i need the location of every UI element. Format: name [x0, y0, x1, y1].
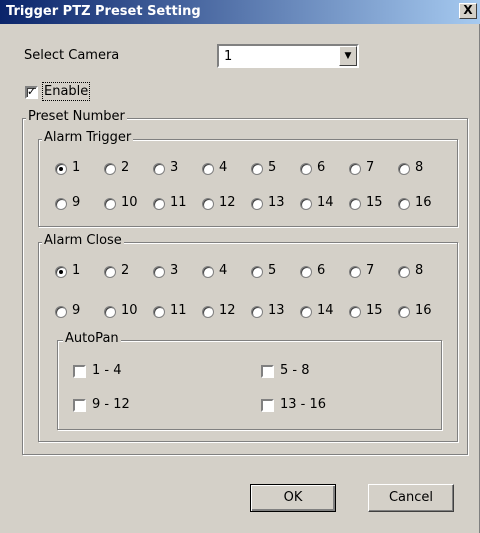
- close-radio-label-16: 16: [415, 303, 432, 318]
- close-icon: X: [463, 3, 473, 17]
- close-radio-label-6: 6: [317, 263, 326, 278]
- trigger-radio-14[interactable]: [300, 198, 312, 210]
- close-radio-label-13: 13: [268, 303, 285, 318]
- autopan-checkbox-5-8[interactable]: [261, 365, 274, 378]
- close-radio-13[interactable]: [251, 306, 263, 318]
- dialog-window: Trigger PTZ Preset Setting X Select Came…: [0, 0, 480, 533]
- trigger-radio-label-1: 1: [72, 160, 81, 175]
- trigger-radio-9[interactable]: [55, 198, 67, 210]
- trigger-radio-label-6: 6: [317, 160, 326, 175]
- close-radio-12[interactable]: [202, 306, 214, 318]
- close-button[interactable]: X: [459, 3, 477, 19]
- close-radio-label-14: 14: [317, 303, 334, 318]
- preset-number-title: Preset Number: [26, 109, 127, 124]
- trigger-radio-label-4: 4: [219, 160, 228, 175]
- close-radio-7[interactable]: [349, 266, 361, 278]
- trigger-radio-2[interactable]: [104, 163, 116, 175]
- trigger-radio-6[interactable]: [300, 163, 312, 175]
- close-radio-label-7: 7: [366, 263, 375, 278]
- close-radio-label-15: 15: [366, 303, 383, 318]
- autopan-checkbox-13-16[interactable]: [261, 399, 274, 412]
- trigger-radio-label-7: 7: [366, 160, 375, 175]
- close-radio-label-12: 12: [219, 303, 236, 318]
- autopan-label-9-12: 9 - 12: [92, 397, 130, 412]
- trigger-radio-label-12: 12: [219, 195, 236, 210]
- chevron-down-icon: ▼: [344, 51, 352, 61]
- close-radio-label-3: 3: [170, 263, 179, 278]
- autopan-label-5-8: 5 - 8: [280, 363, 310, 378]
- trigger-radio-label-16: 16: [415, 195, 432, 210]
- trigger-radio-label-10: 10: [121, 195, 138, 210]
- autopan-title: AutoPan: [63, 331, 121, 346]
- close-radio-2[interactable]: [104, 266, 116, 278]
- trigger-radio-label-13: 13: [268, 195, 285, 210]
- trigger-radio-label-9: 9: [72, 195, 81, 210]
- camera-select[interactable]: 1 ▼: [217, 44, 359, 68]
- close-radio-5[interactable]: [251, 266, 263, 278]
- close-radio-15[interactable]: [349, 306, 361, 318]
- trigger-radio-label-8: 8: [415, 160, 424, 175]
- trigger-radio-label-5: 5: [268, 160, 277, 175]
- close-radio-1[interactable]: [55, 266, 67, 278]
- close-radio-label-4: 4: [219, 263, 228, 278]
- check-icon: ✓: [27, 85, 37, 98]
- close-radio-label-9: 9: [72, 303, 81, 318]
- autopan-group: AutoPan: [57, 331, 442, 430]
- close-radio-label-8: 8: [415, 263, 424, 278]
- close-radio-16[interactable]: [398, 306, 410, 318]
- trigger-radio-label-2: 2: [121, 160, 130, 175]
- cancel-button[interactable]: Cancel: [368, 484, 454, 512]
- trigger-radio-5[interactable]: [251, 163, 263, 175]
- close-radio-label-11: 11: [170, 303, 187, 318]
- combo-dropdown-button[interactable]: ▼: [339, 46, 357, 66]
- close-radio-label-5: 5: [268, 263, 277, 278]
- window-title: Trigger PTZ Preset Setting: [6, 4, 201, 19]
- radio-dot: [59, 270, 63, 274]
- trigger-radio-label-15: 15: [366, 195, 383, 210]
- alarm-close-title: Alarm Close: [42, 233, 124, 248]
- trigger-radio-label-3: 3: [170, 160, 179, 175]
- autopan-checkbox-9-12[interactable]: [73, 399, 86, 412]
- close-radio-9[interactable]: [55, 306, 67, 318]
- trigger-radio-11[interactable]: [153, 198, 165, 210]
- close-radio-label-10: 10: [121, 303, 138, 318]
- close-radio-11[interactable]: [153, 306, 165, 318]
- close-radio-3[interactable]: [153, 266, 165, 278]
- trigger-radio-12[interactable]: [202, 198, 214, 210]
- close-radio-8[interactable]: [398, 266, 410, 278]
- trigger-radio-label-11: 11: [170, 195, 187, 210]
- close-radio-6[interactable]: [300, 266, 312, 278]
- autopan-label-1-4: 1 - 4: [92, 363, 122, 378]
- camera-select-value: 1: [224, 49, 233, 64]
- close-radio-label-2: 2: [121, 263, 130, 278]
- trigger-radio-3[interactable]: [153, 163, 165, 175]
- trigger-radio-8[interactable]: [398, 163, 410, 175]
- select-camera-label: Select Camera: [24, 48, 120, 63]
- autopan-label-13-16: 13 - 16: [280, 397, 327, 412]
- trigger-radio-15[interactable]: [349, 198, 361, 210]
- close-radio-14[interactable]: [300, 306, 312, 318]
- trigger-radio-1[interactable]: [55, 163, 67, 175]
- trigger-radio-16[interactable]: [398, 198, 410, 210]
- enable-checkbox[interactable]: ✓: [25, 85, 38, 99]
- close-radio-10[interactable]: [104, 306, 116, 318]
- ok-button[interactable]: OK: [250, 484, 336, 512]
- enable-label: Enable: [41, 82, 91, 101]
- radio-dot: [59, 167, 63, 171]
- close-radio-4[interactable]: [202, 266, 214, 278]
- trigger-radio-13[interactable]: [251, 198, 263, 210]
- close-radio-label-1: 1: [72, 263, 81, 278]
- trigger-radio-label-14: 14: [317, 195, 334, 210]
- trigger-radio-7[interactable]: [349, 163, 361, 175]
- trigger-radio-4[interactable]: [202, 163, 214, 175]
- trigger-radio-10[interactable]: [104, 198, 116, 210]
- alarm-trigger-group: Alarm Trigger: [38, 130, 458, 227]
- title-bar[interactable]: Trigger PTZ Preset Setting X: [0, 0, 480, 24]
- alarm-trigger-title: Alarm Trigger: [42, 130, 134, 145]
- autopan-checkbox-1-4[interactable]: [73, 365, 86, 378]
